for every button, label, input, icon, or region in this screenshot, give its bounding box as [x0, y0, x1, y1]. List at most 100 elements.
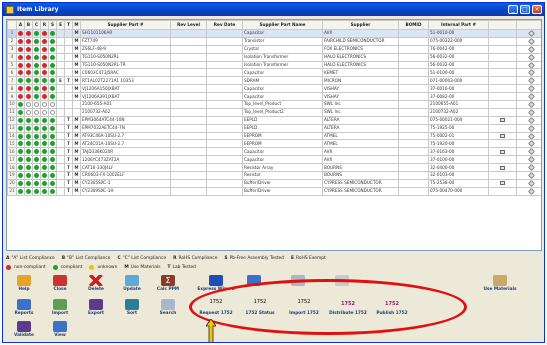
internal-part-cell[interactable]: 075-00021-000 — [428, 115, 489, 125]
rev-date-cell[interactable] — [206, 147, 243, 157]
attachment-icon[interactable] — [500, 149, 505, 154]
supplier-cell[interactable]: FOX ELECTRONICS — [322, 44, 399, 54]
rev-date-cell[interactable] — [206, 68, 243, 78]
rev-level-cell[interactable] — [170, 131, 207, 141]
column-header[interactable] — [516, 20, 541, 30]
attachment-cell[interactable] — [488, 171, 517, 180]
supplier-part-cell[interactable]: FZT749 — [80, 36, 171, 46]
supplier-cell[interactable]: SWL Inc — [322, 100, 399, 109]
supplier-part-cell[interactable]: TAJD336K020R — [80, 147, 171, 157]
column-header[interactable]: C — [32, 20, 41, 30]
rev-level-cell[interactable] — [170, 186, 207, 196]
row-number[interactable]: 12 — [7, 115, 17, 125]
bomid-cell[interactable] — [398, 76, 429, 86]
bomid-cell[interactable] — [398, 52, 429, 62]
supplier-part-cell[interactable]: AT93C46A-10SU-2.7 — [80, 131, 171, 141]
edit-cell[interactable] — [516, 52, 541, 62]
attachment-cell[interactable] — [488, 123, 517, 133]
bomid-cell[interactable] — [398, 115, 429, 125]
pencil-icon[interactable] — [527, 93, 536, 100]
internal-part-cell[interactable]: 75-1920-00 — [428, 139, 489, 149]
row-number[interactable]: 3 — [7, 44, 17, 54]
attachment-cell[interactable] — [488, 178, 517, 188]
rev-level-cell[interactable] — [170, 36, 207, 46]
supplier-cell[interactable]: ALTERA — [322, 123, 399, 133]
pencil-icon[interactable] — [527, 117, 536, 124]
rev-date-cell[interactable] — [206, 163, 243, 173]
bomid-cell[interactable] — [398, 84, 429, 94]
row-number[interactable]: 18 — [7, 163, 17, 173]
rev-level-cell[interactable] — [170, 29, 207, 38]
supplier-part-name-cell[interactable]: Capacitor — [242, 29, 323, 38]
column-header[interactable]: Supplier Part Name — [242, 20, 323, 30]
table-row[interactable]: 10 2100-655-A01 Top_level_Product SWL Inc 21… — [7, 100, 541, 109]
edit-cell[interactable] — [516, 147, 541, 157]
table-row[interactable]: 15 T M AT24C01A-10SU-2.7 EEPROM ATMEL 75-1920-… — [7, 139, 541, 149]
attachment-cell[interactable] — [488, 84, 517, 94]
attachment-cell[interactable] — [488, 186, 517, 196]
supplier-cell[interactable]: KEMET — [322, 68, 399, 78]
supplier-part-name-cell[interactable]: EEPROM — [242, 131, 323, 141]
pencil-icon[interactable] — [527, 156, 536, 163]
internal-part-cell[interactable]: 2100655-A01 — [428, 100, 489, 109]
supplier-part-cell[interactable]: VJ1206A391JXBAT — [80, 92, 171, 102]
internal-part-cell[interactable]: 75-0002-01 — [428, 131, 489, 141]
rev-date-cell[interactable] — [206, 84, 243, 94]
edit-cell[interactable] — [516, 107, 541, 117]
supplier-cell[interactable]: CYPRESS SEMICONDUCTOR — [322, 186, 399, 196]
rev-date-cell[interactable] — [206, 115, 243, 125]
rev-level-cell[interactable] — [170, 100, 207, 109]
supplier-part-cell[interactable]: CY2309SXC-1H — [80, 186, 171, 196]
column-header[interactable]: Rev Level — [170, 20, 207, 30]
bomid-cell[interactable] — [398, 155, 429, 165]
rev-level-cell[interactable] — [170, 60, 207, 70]
pencil-icon[interactable] — [527, 180, 536, 187]
table-row[interactable]: 18 T M CAT16-330J4LF Resistor Array BOURNS 32-… — [7, 163, 541, 173]
table-row[interactable]: 16 T M TAJD336K020R Capacitor AVX 37-0163-00 — [7, 147, 541, 157]
row-number[interactable]: 7 — [7, 76, 17, 86]
bomid-cell[interactable] — [398, 100, 429, 109]
attachment-cell[interactable] — [488, 115, 517, 125]
rev-date-cell[interactable] — [206, 36, 243, 46]
bomid-cell[interactable] — [398, 36, 429, 46]
supplier-part-cell[interactable]: CY2305SXC-1 — [80, 178, 171, 188]
supplier-part-cell[interactable]: 1206YC473ZAT2A — [80, 155, 171, 165]
table-row[interactable]: 8 M VJ1206A150JXBAT Capacitor VISHAY 37-0016-… — [7, 84, 541, 94]
attachment-cell[interactable] — [488, 68, 517, 78]
column-header[interactable]: B — [24, 20, 33, 30]
rev-level-cell[interactable] — [170, 171, 207, 180]
column-header[interactable]: R — [40, 20, 49, 30]
edit-cell[interactable] — [516, 171, 541, 180]
supplier-part-name-cell[interactable]: Capacitor — [242, 92, 323, 102]
internal-part-cell[interactable]: 76-0042-00 — [428, 44, 489, 54]
row-number[interactable]: 15 — [7, 139, 17, 149]
internal-part-cell[interactable]: 071-00003-000 — [428, 76, 489, 86]
supplier-cell[interactable]: ALTERA — [322, 115, 399, 125]
edit-cell[interactable] — [516, 155, 541, 165]
edit-cell[interactable] — [516, 76, 541, 86]
rev-level-cell[interactable] — [170, 123, 207, 133]
attachment-cell[interactable] — [488, 60, 517, 70]
supplier-part-name-cell[interactable]: Resistor — [242, 171, 323, 180]
pencil-icon[interactable] — [527, 133, 536, 139]
rev-date-cell[interactable] — [206, 139, 243, 149]
rev-date-cell[interactable] — [206, 155, 243, 165]
update-button[interactable]: Update — [117, 275, 147, 295]
supplier-cell[interactable]: SWL Inc — [322, 107, 399, 117]
rev-level-cell[interactable] — [170, 92, 207, 102]
internal-part-cell[interactable]: 37-0100-00 — [428, 155, 489, 165]
edit-cell[interactable] — [516, 115, 541, 125]
rev-date-cell[interactable] — [206, 92, 243, 102]
attachment-icon[interactable] — [500, 118, 505, 123]
column-header[interactable]: M — [72, 20, 81, 30]
pencil-icon[interactable] — [527, 30, 536, 37]
attachment-icon[interactable] — [500, 134, 505, 139]
column-header[interactable]: BOMID — [398, 20, 429, 30]
rev-date-cell[interactable] — [206, 171, 243, 180]
rev-date-cell[interactable] — [206, 186, 243, 196]
search-button[interactable]: Search — [153, 299, 183, 319]
supplier-part-cell[interactable]: RT1AL02T2271A1 10353 — [80, 76, 171, 86]
validate-button[interactable]: Validate — [9, 321, 39, 341]
attachment-cell[interactable] — [488, 100, 517, 109]
column-header[interactable]: Supplier — [322, 20, 399, 30]
